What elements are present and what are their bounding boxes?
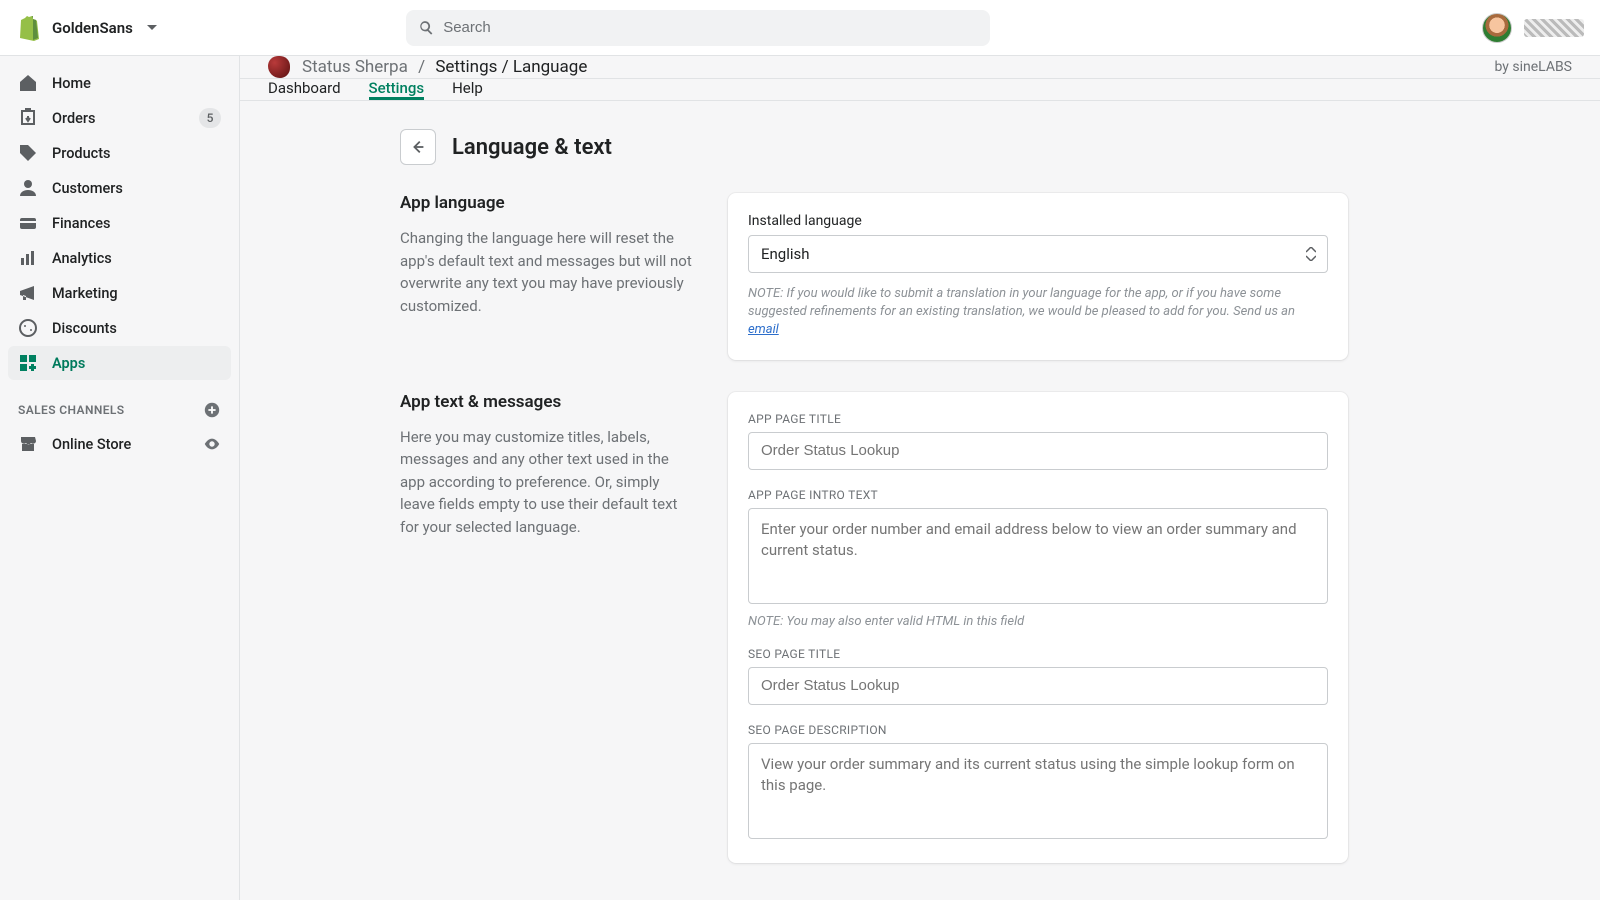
sidebar-item-label: Apps: [52, 355, 85, 372]
main-content: Status Sherpa / Settings / Language by s…: [240, 56, 1600, 900]
app-page-intro-label: APP PAGE INTRO TEXT: [748, 488, 1328, 502]
orders-icon: [18, 108, 38, 128]
breadcrumb-app[interactable]: Status Sherpa: [302, 57, 408, 77]
email-link[interactable]: email: [748, 322, 779, 337]
arrow-left-icon: [409, 138, 427, 156]
installed-language-select[interactable]: English: [748, 235, 1328, 273]
discounts-icon: [18, 318, 38, 338]
section-heading-text: App text & messages: [400, 392, 696, 412]
app-page-title-label: APP PAGE TITLE: [748, 412, 1328, 426]
store-icon: [18, 434, 38, 454]
seo-page-title-input[interactable]: [748, 667, 1328, 705]
language-note: NOTE: If you would like to submit a tran…: [748, 285, 1328, 340]
apps-icon: [18, 353, 38, 373]
installed-language-value: English: [761, 245, 810, 263]
home-icon: [18, 73, 38, 93]
language-note-text: NOTE: If you would like to submit a tran…: [748, 286, 1295, 319]
sidebar-item-label: Customers: [52, 180, 123, 197]
orders-badge: 5: [199, 108, 221, 128]
sidebar-item-label: Online Store: [52, 436, 131, 453]
add-channel-icon[interactable]: [203, 401, 221, 419]
seo-page-title-label: SEO PAGE TITLE: [748, 647, 1328, 661]
sidebar-item-products[interactable]: Products: [8, 136, 231, 170]
installed-language-label: Installed language: [748, 213, 1328, 229]
app-page-intro-note: NOTE: You may also enter valid HTML in t…: [748, 614, 1328, 629]
breadcrumb-separator: /: [418, 57, 425, 77]
app-tabs: Dashboard Settings Help: [240, 79, 1600, 101]
sidebar: Home Orders 5 Products Customers Finance…: [0, 56, 240, 900]
caret-down-icon: [147, 25, 157, 31]
store-name: GoldenSans: [52, 19, 133, 37]
products-icon: [18, 143, 38, 163]
sidebar-item-label: Finances: [52, 215, 110, 232]
section-body-text: Here you may customize titles, labels, m…: [400, 426, 696, 539]
tab-settings[interactable]: Settings: [369, 79, 425, 100]
avatar[interactable]: [1482, 13, 1512, 43]
app-header: Status Sherpa / Settings / Language by s…: [240, 56, 1600, 79]
shopify-logo-icon: [16, 14, 42, 42]
search-icon: [418, 19, 435, 37]
sidebar-item-label: Marketing: [52, 285, 118, 302]
sidebar-item-label: Discounts: [52, 320, 117, 337]
store-switcher[interactable]: GoldenSans: [16, 14, 406, 42]
app-page-intro-textarea[interactable]: [748, 508, 1328, 604]
sidebar-section-title: SALES CHANNELS: [8, 381, 231, 427]
section-body-language: Changing the language here will reset th…: [400, 227, 696, 317]
seo-page-desc-label: SEO PAGE DESCRIPTION: [748, 723, 1328, 737]
sidebar-item-discounts[interactable]: Discounts: [8, 311, 231, 345]
back-button[interactable]: [400, 129, 436, 165]
section-heading-language: App language: [400, 193, 696, 213]
breadcrumb: Status Sherpa / Settings / Language: [302, 57, 587, 77]
app-page-title-input[interactable]: [748, 432, 1328, 470]
page-title: Language & text: [452, 135, 612, 160]
card-language: Installed language English NOTE: If you …: [728, 193, 1348, 360]
sidebar-item-finances[interactable]: Finances: [8, 206, 231, 240]
search-input[interactable]: [443, 19, 978, 36]
breadcrumb-current: Settings / Language: [435, 57, 587, 77]
user-name-obscured: [1524, 19, 1584, 37]
sidebar-item-online-store[interactable]: Online Store: [8, 427, 231, 461]
customers-icon: [18, 178, 38, 198]
tab-help[interactable]: Help: [452, 79, 483, 100]
section-title-label: SALES CHANNELS: [18, 403, 125, 417]
sidebar-item-orders[interactable]: Orders 5: [8, 101, 231, 135]
sidebar-item-label: Products: [52, 145, 111, 162]
sidebar-item-analytics[interactable]: Analytics: [8, 241, 231, 275]
app-logo-icon: [268, 56, 290, 78]
marketing-icon: [18, 283, 38, 303]
analytics-icon: [18, 248, 38, 268]
sidebar-item-customers[interactable]: Customers: [8, 171, 231, 205]
tab-dashboard[interactable]: Dashboard: [268, 79, 341, 100]
card-text: APP PAGE TITLE APP PAGE INTRO TEXT NOTE:…: [728, 392, 1348, 863]
seo-page-desc-textarea[interactable]: [748, 743, 1328, 839]
finances-icon: [18, 213, 38, 233]
search-field[interactable]: [406, 10, 990, 46]
view-store-icon[interactable]: [203, 435, 221, 453]
sidebar-item-marketing[interactable]: Marketing: [8, 276, 231, 310]
topbar: GoldenSans: [0, 0, 1600, 56]
sidebar-item-label: Home: [52, 75, 91, 92]
sidebar-item-apps[interactable]: Apps: [8, 346, 231, 380]
sidebar-item-label: Analytics: [52, 250, 112, 267]
sidebar-item-home[interactable]: Home: [8, 66, 231, 100]
app-byline: by sineLABS: [1494, 59, 1572, 75]
sidebar-item-label: Orders: [52, 110, 96, 127]
